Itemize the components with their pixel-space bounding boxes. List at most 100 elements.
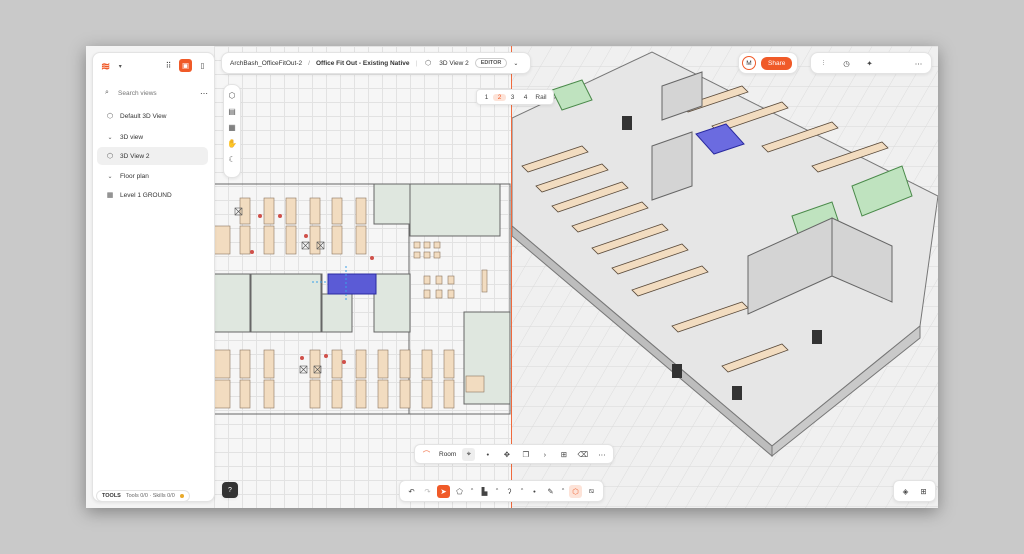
bottom-right-tools: ◈ ⊞ <box>893 480 936 502</box>
sidebar-item-label: Level 1 GROUND <box>120 191 172 199</box>
section-icon[interactable]: ⧅ <box>585 485 598 498</box>
paint-icon[interactable]: ✎ <box>544 485 557 498</box>
search-row: ⌕ ⋯ <box>103 88 208 98</box>
plan-room-2 <box>250 273 322 333</box>
header-breadcrumb: ArchBash_OfficeFitOut-2 / Office Fit Out… <box>221 52 531 74</box>
sidebar-item-default-3d-view[interactable]: ⬡ Default 3D View <box>105 111 167 121</box>
layers-icon[interactable]: ◈ <box>899 485 912 498</box>
erase-icon[interactable]: ⌫ <box>576 448 589 461</box>
layout-icon[interactable]: ▤ <box>225 103 239 119</box>
3d-model-drawing <box>511 46 938 508</box>
plan-desks-bottom <box>213 349 485 409</box>
share-button[interactable]: Share <box>761 56 793 70</box>
moon-icon[interactable]: ☾ <box>225 151 239 167</box>
chevron-down-icon[interactable]: ⌄ <box>513 60 518 67</box>
caret-up-icon[interactable]: ^ <box>519 485 525 498</box>
tools-status[interactable]: TOOLS Tools 0/0 · Skills 0/0 <box>96 490 190 502</box>
3d-viewport[interactable] <box>511 46 938 508</box>
view-name[interactable]: 3D View 2 <box>439 60 469 67</box>
copy-icon[interactable]: ❐ <box>519 448 532 461</box>
search-input[interactable] <box>116 88 195 98</box>
dot-icon[interactable]: • <box>481 448 494 461</box>
view-tabs: 1 2 3 4 Rail <box>476 89 554 105</box>
editor-badge[interactable]: EDITOR <box>474 58 508 68</box>
cube-view-icon[interactable]: ⬡ <box>225 87 239 103</box>
caret-up-icon[interactable]: ^ <box>560 485 566 498</box>
floor-plan-icon: ▦ <box>106 192 114 199</box>
help-button[interactable]: ? <box>222 482 238 498</box>
room-label[interactable]: Room <box>439 451 456 458</box>
right-tools: ⫶ ◷ ✦ ⋯ <box>810 52 932 74</box>
sidebar-group-label: Floor plan <box>120 172 149 180</box>
move-icon[interactable]: ✥ <box>500 448 513 461</box>
sidebar-group-label: 3D view <box>120 133 144 141</box>
view-tab-1[interactable]: 1 <box>480 94 493 101</box>
sparkle-icon[interactable]: ✦ <box>863 57 876 70</box>
caret-up-icon[interactable]: ^ <box>494 485 500 498</box>
wall-icon[interactable]: ⬠ <box>453 485 466 498</box>
project-name[interactable]: ArchBash_OfficeFitOut-2 <box>230 60 302 67</box>
plan-room-5 <box>409 183 501 237</box>
redo-icon[interactable]: ↷ <box>421 485 434 498</box>
more-icon[interactable]: ⋯ <box>912 57 925 70</box>
sidebar-topbar: ≋ ▾ <box>101 60 125 73</box>
split-divider[interactable] <box>511 46 512 508</box>
view-tab-2[interactable]: 2 <box>493 93 506 101</box>
chevron-down-icon[interactable]: ▾ <box>115 62 125 72</box>
bottom-toolbar: ↶ ↷ ➤ ⬠ ^ ▙ ^ ʔ ^ • ✎ ^ ⬡ ⧅ <box>399 480 604 502</box>
caret-up-icon[interactable]: ^ <box>469 485 475 498</box>
more-icon[interactable]: ⋯ <box>200 89 208 98</box>
sidebar-group-floor-plan[interactable]: ⌄ Floor plan <box>105 171 149 181</box>
cube-icon: ⬡ <box>425 60 432 67</box>
share-cluster: M Share <box>738 52 798 74</box>
table-icon[interactable]: ▦ <box>225 119 239 135</box>
help-label: ? <box>228 486 232 494</box>
vertical-tools: ⬡ ▤ ▦ ✋ ☾ <box>223 84 241 178</box>
view-tab-4[interactable]: 4 <box>519 94 532 101</box>
plan-room-3 <box>321 293 353 333</box>
flame-logo-icon[interactable]: ≋ <box>101 60 110 73</box>
more-icon[interactable]: ⋯ <box>595 448 608 461</box>
breadcrumb-separator: / <box>308 59 310 67</box>
model-name[interactable]: Office Fit Out - Existing Native <box>316 60 410 67</box>
hand-icon[interactable]: ✋ <box>225 135 239 151</box>
tools-status-text: Tools 0/0 · Skills 0/0 <box>125 493 175 499</box>
pointer-icon[interactable]: ➤ <box>437 484 450 498</box>
panel-icon[interactable]: ▯ <box>196 59 209 72</box>
plan-room-7 <box>373 183 411 225</box>
breadcrumb-separator-2: | <box>415 59 418 67</box>
box-icon[interactable]: ⬡ <box>569 484 582 498</box>
hook-icon[interactable]: ʔ <box>503 485 516 498</box>
grid-icon[interactable]: ⠿ <box>162 59 175 72</box>
cube-icon: ⬡ <box>106 153 114 160</box>
floor-plan-viewport[interactable] <box>213 46 512 508</box>
door-icon[interactable]: ▙ <box>478 485 491 498</box>
sidebar-item-3d-view-2[interactable]: ⬡ 3D View 2 <box>97 147 208 165</box>
array-icon[interactable]: ⊞ <box>557 448 570 461</box>
select-icon[interactable]: ⌖ <box>462 447 476 461</box>
undo-icon[interactable]: ↶ <box>405 485 418 498</box>
view-tab-3[interactable]: 3 <box>506 94 519 101</box>
search-icon: ⌕ <box>105 89 109 96</box>
chevron-down-icon: ⌄ <box>107 173 113 180</box>
tools-label: TOOLS <box>102 493 121 499</box>
clock-icon[interactable]: ◷ <box>840 57 853 70</box>
plan-selected-room[interactable] <box>327 273 377 295</box>
view-tab-rail[interactable]: Rail <box>532 94 550 101</box>
avatar[interactable]: M <box>742 56 756 70</box>
chevron-right-icon[interactable]: › <box>538 448 551 461</box>
sidebar: ≋ ▾ ⠿ ▣ ▯ ⌕ ⋯ ⬡ Default 3D View ⌄ 3D vie… <box>92 52 215 502</box>
plan-room-4 <box>373 273 411 333</box>
grid-icon[interactable]: ⊞ <box>917 485 930 498</box>
floor-plan-drawing <box>213 183 511 415</box>
dot-icon[interactable]: • <box>528 485 541 498</box>
room-icon: ⌒ <box>422 449 431 459</box>
sidebar-item-label: 3D View 2 <box>120 152 150 160</box>
sidebar-view-tools: ⠿ ▣ ▯ <box>162 59 209 72</box>
sidebar-group-3d-view[interactable]: ⌄ 3D view <box>105 132 143 142</box>
sidebar-item-level-1-ground[interactable]: ▦ Level 1 GROUND <box>105 190 172 200</box>
sliders-icon[interactable]: ⫶ <box>817 57 830 70</box>
cube-icon: ⬡ <box>106 113 114 120</box>
camera-icon[interactable]: ▣ <box>179 59 192 72</box>
status-dot-icon <box>179 494 184 498</box>
